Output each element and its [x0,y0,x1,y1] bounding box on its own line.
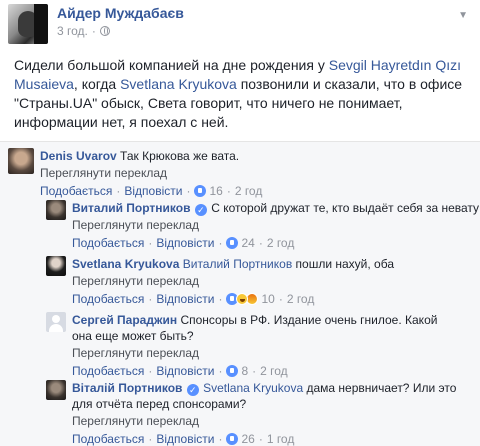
comment-author[interactable]: Denis Uvarov [40,149,117,163]
reaction-count[interactable]: 24 [241,235,254,251]
comment-time[interactable]: 2 год [287,291,315,307]
post-author-name[interactable]: Айдер Муждабаєв [57,5,184,21]
comment: Сергей Параджин Спонсоры в РФ. Издание о… [46,312,456,379]
verified-icon: ✓ [186,384,199,396]
comment-author[interactable]: Сергей Параджин [72,313,177,327]
comment-time[interactable]: 2 год [267,235,295,251]
tag-svetlana[interactable]: Svetlana Kryukova [120,76,237,92]
comment: Denis Uvarov Так Крюкова же вата. Перегл… [8,148,262,199]
comment-actions: Подобається · Відповісти · 16 · 2 год [40,183,263,199]
reaction-count[interactable]: 26 [241,431,254,446]
chevron-down-icon[interactable]: ▼ [458,10,468,21]
comment-time[interactable]: 2 год [235,183,263,199]
reaction-count[interactable]: 10 [261,291,274,307]
reply-button[interactable]: Відповісти [124,183,182,199]
comment: Svetlana Kryukova Виталий Портников пошл… [46,256,394,307]
post-meta: 3 год. · [57,24,184,38]
translate-link[interactable]: Переглянути переклад [72,413,462,429]
avatar[interactable] [46,256,66,276]
comment-time[interactable]: 2 год [260,363,288,379]
avatar[interactable] [46,312,66,332]
translate-link[interactable]: Переглянути переклад [72,273,394,289]
reaction-count[interactable]: 16 [209,183,222,199]
reply-button[interactable]: Відповісти [156,431,214,446]
comment: Виталий Портников ✓ С которой дружат те,… [46,200,479,251]
post-time[interactable]: 3 год. [57,24,88,38]
reaction-count[interactable]: 8 [241,363,248,379]
post-text-part: , когда [73,76,121,92]
translate-link[interactable]: Переглянути переклад [72,217,479,233]
post-text: Сидели большой компанией на дне рождения… [14,56,474,132]
translate-link[interactable]: Переглянути переклад [40,165,262,181]
comment-author[interactable]: Svetlana Kryukova [72,257,179,271]
like-button[interactable]: Подобається [72,291,144,307]
like-button[interactable]: Подобається [72,431,144,446]
avatar[interactable] [46,380,66,400]
mention-tag[interactable]: Виталий Портников [183,257,292,271]
globe-icon[interactable] [99,26,110,36]
like-icon [226,365,239,377]
comments-section: Denis Uvarov Так Крюкова же вата. Перегл… [0,141,480,446]
comment: Віталій Портников ✓ Svetlana Kryukova да… [46,380,466,446]
angry-icon [246,293,259,305]
like-icon [226,433,239,445]
comment-author[interactable]: Віталій Портников [72,381,182,395]
comment-time[interactable]: 1 год [267,431,295,446]
comment-actions: Подобається · Відповісти · 24 · 2 год [72,235,295,251]
verified-icon: ✓ [194,204,207,216]
like-button[interactable]: Подобається [72,235,144,251]
translate-link[interactable]: Переглянути переклад [72,345,456,361]
avatar[interactable] [46,200,66,220]
comment-actions: Подобається · Відповісти · 26 · 1 год [72,431,295,446]
avatar[interactable] [8,148,34,174]
reply-button[interactable]: Відповісти [156,363,214,379]
comment-actions: Подобається · Відповісти · 8 · 2 год [72,363,288,379]
comment-text: С которой дружат те, кто выдаёт себя за … [211,201,480,215]
post-text-part: Сидели большой компанией на дне рождения… [14,57,329,73]
comment-text: пошли нахуй, оба [295,257,394,271]
like-icon [226,237,239,249]
like-button[interactable]: Подобається [40,183,112,199]
haha-icon [236,293,249,305]
comment-text: Так Крюкова же вата. [120,149,240,163]
reply-button[interactable]: Відповісти [156,291,214,307]
mention-tag[interactable]: Svetlana Kryukova [203,381,303,395]
comment-author[interactable]: Виталий Портников [72,201,191,215]
like-button[interactable]: Подобається [72,363,144,379]
author-avatar[interactable] [8,4,48,44]
reply-button[interactable]: Відповісти [156,235,214,251]
post-header: Айдер Муждабаєв 3 год. · [8,4,184,50]
comment-actions: Подобається · Відповісти · 10 · 2 год [72,291,315,307]
like-icon [194,185,207,197]
